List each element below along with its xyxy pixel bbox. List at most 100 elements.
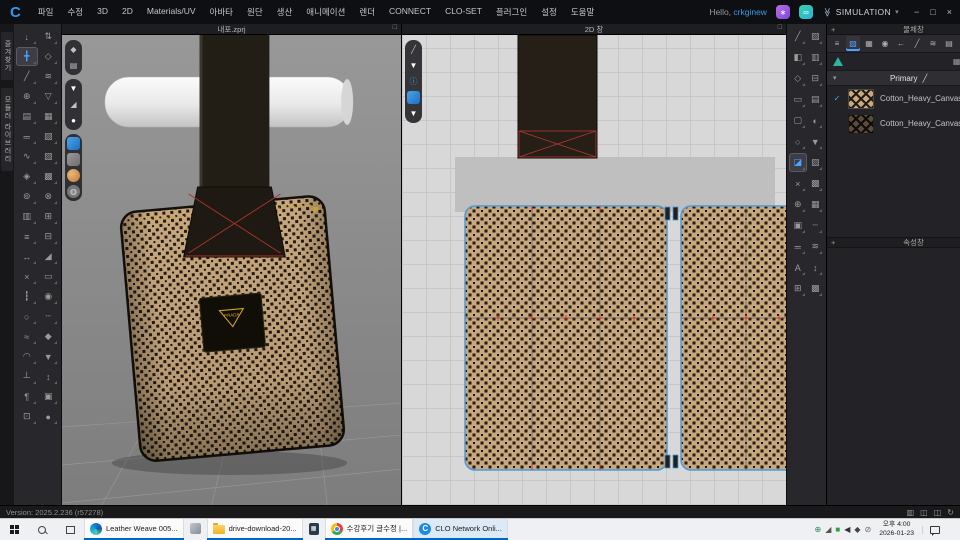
menu-item[interactable]: 생산 [270, 6, 300, 18]
collapse-caret-icon[interactable]: ▾ [833, 74, 845, 82]
fabric-row[interactable]: ✓ Cotton_Heavy_Canvas ⋯ [827, 86, 960, 111]
menu-item[interactable]: 설정 [534, 6, 564, 18]
sd-display-icon[interactable]: ◫ [934, 508, 942, 517]
drape-tool[interactable]: ▽ [38, 87, 60, 106]
strain-map-tool[interactable]: ▩ [38, 167, 60, 186]
dock-panel-icon[interactable]: + [831, 238, 835, 247]
stitch-texture-tool[interactable]: ▩ [807, 174, 825, 193]
menu-item[interactable]: 파일 [31, 6, 61, 18]
fold-arrangement-tool[interactable]: ◈ [16, 167, 38, 186]
tape-tool[interactable]: ⊟ [38, 227, 60, 246]
strap-pattern-piece[interactable] [518, 35, 597, 158]
pin-tool[interactable]: ⊕ [16, 87, 38, 106]
menu-item[interactable]: Materials/UV [140, 6, 203, 18]
split-view-icon[interactable]: ▥ [907, 508, 915, 517]
grade-view-tool[interactable]: ▩ [807, 279, 825, 298]
panel-menu-icon[interactable]: ≡ [830, 36, 844, 51]
fit-map-tool[interactable]: ▦ [38, 107, 60, 126]
action-center-button[interactable] [922, 526, 946, 534]
iron-tool[interactable]: ▥ [16, 207, 38, 226]
import-tool[interactable]: ↓ [16, 27, 38, 46]
closet-badge-icon[interactable]: ∞ [799, 5, 813, 19]
style-line-tool[interactable]: ◢ [38, 247, 60, 266]
dart-tool[interactable]: ▼ [38, 347, 60, 366]
tack-tool[interactable]: ⊚ [16, 187, 38, 206]
touchpad-tray-icon[interactable]: ◆ [854, 525, 860, 534]
stress-map-tool[interactable]: ▨ [38, 127, 60, 146]
taskbar-app-calculator[interactable]: ▦ [303, 519, 325, 540]
float-window-icon[interactable]: □ [778, 24, 782, 31]
menu-item[interactable]: CLO-SET [438, 6, 489, 18]
menu-item[interactable]: 2D [115, 6, 140, 18]
taskbar-app-edge[interactable]: Leather Weave 005... [84, 519, 184, 540]
pattern-texture-icon[interactable]: ▼ [407, 107, 420, 120]
app-tray-icon[interactable]: ■ [835, 525, 840, 534]
simulation-dropdown-icon[interactable]: ▾ [895, 8, 899, 16]
unfold-tool[interactable]: ▥ [807, 48, 825, 67]
side-pattern-piece[interactable] [681, 206, 786, 470]
workshop-badge-icon[interactable]: ∗ [776, 5, 790, 19]
taskbar-app-chrome[interactable]: 수강후기 글수정 |... [325, 519, 414, 540]
avatar-head-icon[interactable] [67, 169, 80, 182]
menu-item[interactable]: 렌더 [352, 6, 382, 18]
grainline-tool[interactable]: ↕ [38, 367, 60, 386]
taskbar-app-clo[interactable]: C CLO Network Onli... [413, 519, 508, 540]
search-button[interactable] [28, 519, 56, 540]
show-avatar-icon[interactable]: ● [67, 114, 80, 127]
sewing-machine-tool[interactable]: ▤ [16, 107, 38, 126]
grading-tool[interactable]: ⊞ [789, 279, 807, 298]
render-tool[interactable]: ● [38, 407, 60, 426]
simulation-button[interactable]: ≫ SIMULATION ▾ [822, 7, 899, 18]
edit-pencil-icon[interactable]: ╱ [923, 74, 928, 83]
bag-strap-3d[interactable] [200, 35, 270, 197]
buttonhole-tab-icon[interactable]: ← [894, 36, 908, 51]
garment-thumbnail-icon[interactable]: ▤ [67, 59, 80, 72]
trim-tool[interactable]: ◆ [38, 327, 60, 346]
taskbar-app-notes[interactable] [184, 519, 207, 540]
cross-delete-tool[interactable]: × [789, 174, 807, 193]
restore-button[interactable]: □ [930, 7, 935, 17]
add-point-tool[interactable]: ◇ [789, 69, 807, 88]
show-garment-icon[interactable]: ▼ [67, 82, 80, 95]
fabric-swatch[interactable] [848, 114, 874, 134]
taskbar-app-folder[interactable]: drive-download-20... [207, 519, 303, 540]
blocked-tray-icon[interactable]: ⊘ [865, 525, 872, 534]
topstitch-tab-icon[interactable]: ╱ [910, 36, 924, 51]
fabric-tab-icon[interactable]: ▨ [846, 36, 860, 51]
notch-tool[interactable]: ┴ [16, 367, 38, 386]
sync-icon[interactable]: ↻ [947, 508, 954, 517]
stitch-2d-tool[interactable]: ≋ [807, 237, 825, 256]
viewport-3d-canvas[interactable]: ◆ ▤ ▼ ◢ ● ◍ [62, 35, 401, 505]
annotation-tool[interactable]: ¶ [16, 387, 38, 406]
float-window-icon[interactable]: □ [393, 24, 397, 31]
button-tool[interactable]: ◉ [38, 287, 60, 306]
transform-pattern-tool[interactable]: ◧ [789, 48, 807, 67]
show-pattern-3d-icon[interactable]: ▧ [807, 27, 825, 46]
zipper-tool[interactable]: ┇ [16, 287, 38, 306]
texture-surface-icon[interactable]: ◢ [67, 98, 80, 111]
fabric-row[interactable]: Cotton_Heavy_Canvas ⋯ [827, 111, 960, 136]
network-tray-icon[interactable]: ◢ [825, 525, 831, 534]
pleat-tool[interactable]: ▤ [807, 90, 825, 109]
grainline-2d-tool[interactable]: ↕ [807, 258, 825, 277]
topstitch-tool[interactable]: ┄ [38, 307, 60, 326]
main-pattern-piece[interactable] [465, 206, 667, 470]
iron-2d-tool[interactable]: ◐ [807, 111, 825, 130]
edit-pattern-2d-tool[interactable]: ╱ [789, 27, 807, 46]
language-tray-icon[interactable]: ⊕ [815, 525, 822, 534]
wind-tool[interactable]: ≋ [38, 67, 60, 86]
attach-tool[interactable]: ⊞ [38, 207, 60, 226]
fabric-2d-icon[interactable] [407, 91, 420, 104]
free-sewing-tool[interactable]: ∿ [16, 147, 38, 166]
show-garment-2d-icon[interactable]: ▼ [407, 59, 420, 72]
garment-fit-icon[interactable]: ▼ [807, 132, 825, 151]
tab-favorites[interactable]: 즐겨찾기 [1, 32, 13, 80]
viewport-2d-canvas[interactable]: ╱ ▼ ⓘ ▼ [402, 35, 786, 505]
uv-editor-tool[interactable]: ⊡ [16, 407, 38, 426]
circle-tool[interactable]: ○ [789, 132, 807, 151]
button-tab-icon[interactable]: ◉ [878, 36, 892, 51]
grid-view-icon[interactable]: ▦ [953, 57, 960, 66]
pattern-tab-icon[interactable]: ▦ [862, 36, 876, 51]
texture-editor-tool[interactable]: ◪ [789, 153, 807, 172]
menu-item[interactable]: 수정 [60, 6, 90, 18]
